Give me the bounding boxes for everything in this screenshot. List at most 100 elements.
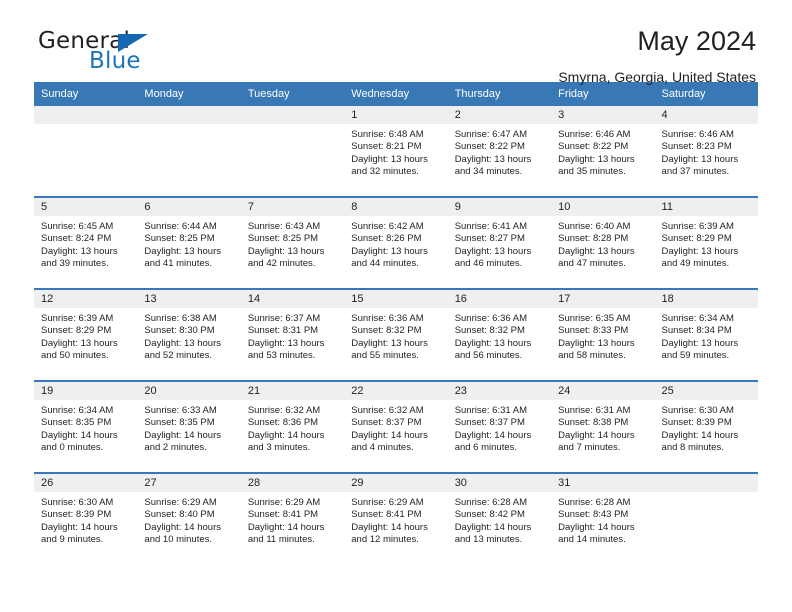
- general-blue-logo[interactable]: General Blue: [34, 26, 204, 82]
- day-detail-line: Sunset: 8:29 PM: [41, 325, 112, 337]
- day-details: Sunrise: 6:39 AM Sunset: 8:29 PM Daylight:…: [34, 308, 137, 363]
- day-details: Sunrise: 6:29 AM Sunset: 8:41 PM Daylight:…: [344, 492, 447, 547]
- day-cell[interactable]: 7 Sunrise: 6:43 AM Sunset: 8:25 PM Daylight…: [240, 198, 345, 288]
- day-cell[interactable]: 10 Sunrise: 6:40 AM Sunset: 8:28 PM Dayligh…: [551, 198, 655, 288]
- day-detail-line: Daylight: 13 hours: [661, 245, 739, 257]
- day-detail-line: and 13 minutes.: [454, 534, 523, 546]
- day-cell[interactable]: 13 Sunrise: 6:38 AM Sunset: 8:30 PM Dayligh…: [137, 290, 241, 380]
- day-details: Sunrise: 6:29 AM Sunset: 8:41 PM Daylight:…: [241, 492, 344, 547]
- day-detail-line: and 44 minutes.: [351, 258, 419, 270]
- day-number: [34, 106, 138, 124]
- day-cell[interactable]: 26 Sunrise: 6:30 AM Sunset: 8:39 PM Dayligh…: [34, 474, 138, 564]
- day-detail-line: Sunrise: 6:37 AM: [247, 313, 321, 324]
- day-cell[interactable]: 25 Sunrise: 6:30 AM Sunset: 8:39 PM Dayligh…: [654, 382, 758, 472]
- day-cell-empty: [34, 106, 138, 196]
- day-details: Sunrise: 6:33 AM Sunset: 8:35 PM Daylight:…: [137, 400, 240, 455]
- day-detail-line: Sunset: 8:34 PM: [661, 325, 732, 337]
- day-cell[interactable]: 24 Sunrise: 6:31 AM Sunset: 8:38 PM Dayligh…: [551, 382, 655, 472]
- day-cell[interactable]: 16 Sunrise: 6:36 AM Sunset: 8:32 PM Dayligh…: [447, 290, 552, 380]
- day-detail-line: Daylight: 14 hours: [558, 429, 635, 441]
- month-calendar: Sunday Monday Tuesday Wednesday Thursday Frid…: [34, 82, 758, 564]
- day-detail-line: Sunrise: 6:40 AM: [558, 221, 631, 232]
- day-number: 27: [137, 474, 241, 492]
- day-detail-line: Sunset: 8:37 PM: [351, 417, 422, 429]
- day-cell[interactable]: 15 Sunrise: 6:36 AM Sunset: 8:32 PM Dayligh…: [344, 290, 448, 380]
- day-details: Sunrise: 6:44 AM Sunset: 8:25 PM Daylight:…: [137, 216, 240, 271]
- day-details: Sunrise: 6:37 AM Sunset: 8:31 PM Daylight:…: [241, 308, 344, 363]
- calendar-page: General Blue May 2024 Smyrna, Georgia, U…: [0, 0, 792, 612]
- day-cell[interactable]: 3 Sunrise: 6:46 AM Sunset: 8:22 PM Daylight…: [551, 106, 655, 196]
- day-detail-line: Sunset: 8:37 PM: [454, 417, 525, 429]
- day-detail-line: Sunset: 8:38 PM: [558, 417, 629, 429]
- day-details: Sunrise: 6:28 AM Sunset: 8:43 PM Daylight:…: [551, 492, 654, 547]
- weekday-header-saturday: Saturday: [654, 82, 758, 106]
- day-cell[interactable]: 6 Sunrise: 6:44 AM Sunset: 8:25 PM Daylight…: [137, 198, 241, 288]
- day-detail-line: Daylight: 14 hours: [454, 521, 532, 533]
- week-row: 19 Sunrise: 6:34 AM Sunset: 8:35 PM Dayligh…: [34, 380, 758, 473]
- day-cell[interactable]: 9 Sunrise: 6:41 AM Sunset: 8:27 PM Daylight…: [447, 198, 552, 288]
- day-cell[interactable]: 4 Sunrise: 6:46 AM Sunset: 8:23 PM Daylight…: [654, 106, 758, 196]
- day-detail-line: Sunset: 8:28 PM: [558, 233, 629, 245]
- day-number: 28: [240, 474, 345, 492]
- day-details: Sunrise: 6:42 AM Sunset: 8:26 PM Daylight:…: [344, 216, 447, 271]
- day-cell[interactable]: 21 Sunrise: 6:32 AM Sunset: 8:36 PM Dayligh…: [240, 382, 345, 472]
- day-number: 30: [447, 474, 552, 492]
- weekday-header-friday: Friday: [551, 82, 655, 106]
- day-number: 2: [447, 106, 552, 124]
- day-detail-line: Sunset: 8:39 PM: [661, 417, 732, 429]
- day-details: Sunrise: 6:31 AM Sunset: 8:38 PM Daylight:…: [551, 400, 654, 455]
- day-detail-line: and 53 minutes.: [247, 350, 316, 362]
- day-detail-line: and 35 minutes.: [558, 166, 626, 178]
- day-detail-line: Sunset: 8:36 PM: [247, 417, 319, 429]
- day-detail-line: Daylight: 13 hours: [454, 153, 532, 165]
- day-detail-line: and 59 minutes.: [661, 350, 730, 362]
- day-cell[interactable]: 17 Sunrise: 6:35 AM Sunset: 8:33 PM Dayligh…: [551, 290, 655, 380]
- day-detail-line: Daylight: 13 hours: [351, 337, 428, 349]
- day-detail-line: Sunset: 8:35 PM: [144, 417, 215, 429]
- day-cell[interactable]: 19 Sunrise: 6:34 AM Sunset: 8:35 PM Dayligh…: [34, 382, 138, 472]
- weekday-header-row: Sunday Monday Tuesday Wednesday Thursday Frid…: [34, 82, 758, 106]
- day-detail-line: and 49 minutes.: [661, 258, 730, 270]
- day-cell[interactable]: 28 Sunrise: 6:29 AM Sunset: 8:41 PM Dayligh…: [240, 474, 345, 564]
- day-detail-line: Sunrise: 6:38 AM: [144, 313, 217, 324]
- day-detail-line: Sunset: 8:42 PM: [454, 509, 525, 521]
- day-cell[interactable]: 5 Sunrise: 6:45 AM Sunset: 8:24 PM Daylight…: [34, 198, 138, 288]
- logo-text-blue: Blue: [89, 48, 141, 74]
- day-detail-line: Daylight: 13 hours: [454, 337, 532, 349]
- day-cell[interactable]: 14 Sunrise: 6:37 AM Sunset: 8:31 PM Dayligh…: [240, 290, 345, 380]
- day-detail-line: and 52 minutes.: [144, 350, 213, 362]
- location-subtitle: Smyrna, Georgia, United States: [558, 69, 756, 85]
- day-cell[interactable]: 8 Sunrise: 6:42 AM Sunset: 8:26 PM Daylight…: [344, 198, 448, 288]
- day-cell[interactable]: 1 Sunrise: 6:48 AM Sunset: 8:21 PM Daylight…: [344, 106, 448, 196]
- day-cell[interactable]: 2 Sunrise: 6:47 AM Sunset: 8:22 PM Daylight…: [447, 106, 552, 196]
- day-detail-line: and 4 minutes.: [351, 442, 414, 454]
- day-detail-line: Daylight: 13 hours: [41, 337, 118, 349]
- day-cell[interactable]: 11 Sunrise: 6:39 AM Sunset: 8:29 PM Dayligh…: [654, 198, 758, 288]
- day-cell[interactable]: 23 Sunrise: 6:31 AM Sunset: 8:37 PM Dayligh…: [447, 382, 552, 472]
- weekday-header-wednesday: Wednesday: [344, 82, 448, 106]
- day-detail-line: and 3 minutes.: [247, 442, 311, 454]
- day-detail-line: and 58 minutes.: [558, 350, 626, 362]
- day-detail-line: Sunset: 8:41 PM: [247, 509, 319, 521]
- day-number: 17: [551, 290, 655, 308]
- day-cell[interactable]: 12 Sunrise: 6:39 AM Sunset: 8:29 PM Dayligh…: [34, 290, 138, 380]
- day-detail-line: Sunrise: 6:29 AM: [247, 497, 321, 508]
- day-details: Sunrise: 6:48 AM Sunset: 8:21 PM Daylight:…: [344, 124, 447, 179]
- day-detail-line: Sunset: 8:39 PM: [41, 509, 112, 521]
- day-cell[interactable]: 20 Sunrise: 6:33 AM Sunset: 8:35 PM Dayligh…: [137, 382, 241, 472]
- day-cell[interactable]: 18 Sunrise: 6:34 AM Sunset: 8:34 PM Dayligh…: [654, 290, 758, 380]
- day-details: Sunrise: 6:39 AM Sunset: 8:29 PM Daylight:…: [655, 216, 758, 271]
- day-cell[interactable]: 30 Sunrise: 6:28 AM Sunset: 8:42 PM Dayligh…: [447, 474, 552, 564]
- day-detail-line: Sunrise: 6:35 AM: [558, 313, 631, 324]
- day-cell[interactable]: 27 Sunrise: 6:29 AM Sunset: 8:40 PM Dayligh…: [137, 474, 241, 564]
- day-detail-line: Daylight: 13 hours: [144, 245, 221, 257]
- day-detail-line: Sunrise: 6:43 AM: [247, 221, 321, 232]
- day-detail-line: Sunrise: 6:31 AM: [454, 405, 528, 416]
- day-number: 23: [447, 382, 552, 400]
- day-cell[interactable]: 31 Sunrise: 6:28 AM Sunset: 8:43 PM Dayligh…: [551, 474, 655, 564]
- day-cell[interactable]: 29 Sunrise: 6:29 AM Sunset: 8:41 PM Dayligh…: [344, 474, 448, 564]
- day-details: Sunrise: 6:31 AM Sunset: 8:37 PM Daylight:…: [448, 400, 551, 455]
- day-number: 25: [654, 382, 758, 400]
- day-number: 5: [34, 198, 138, 216]
- day-cell[interactable]: 22 Sunrise: 6:32 AM Sunset: 8:37 PM Dayligh…: [344, 382, 448, 472]
